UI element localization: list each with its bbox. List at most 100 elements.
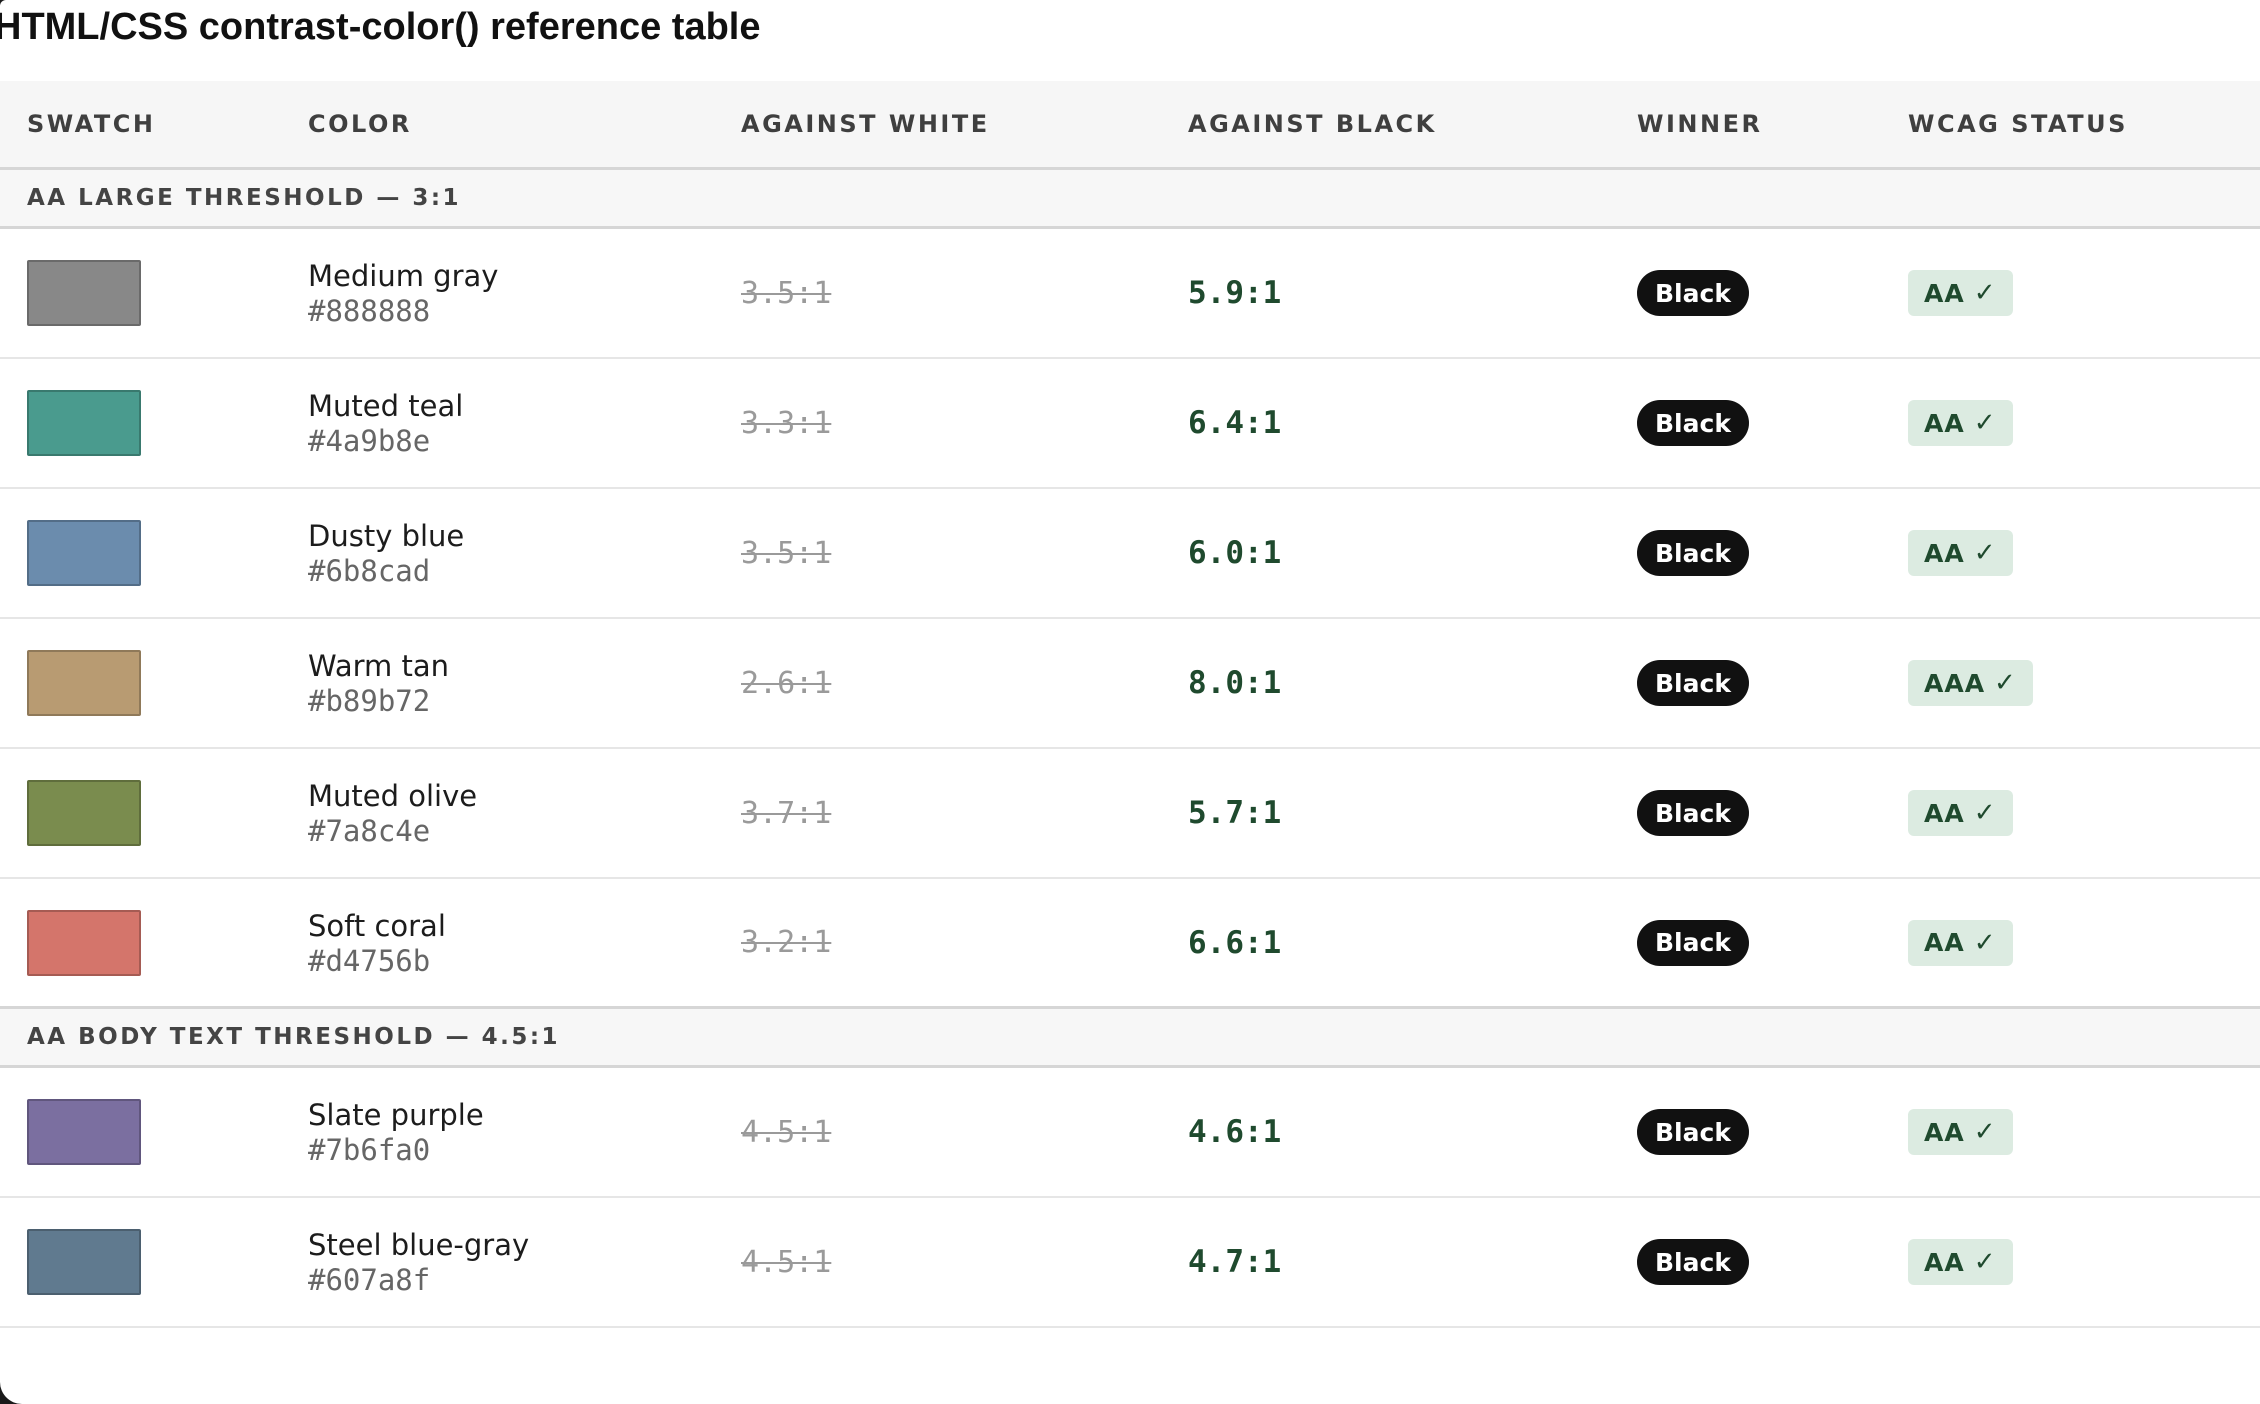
- status-level: AA: [1924, 928, 1965, 957]
- table-row: Steel blue-gray #607a8f 4.5:1 4.7:1 Blac…: [0, 1198, 2260, 1328]
- color-hex: #b89b72: [308, 684, 431, 718]
- color-swatch: [27, 1099, 141, 1165]
- column-header-swatch: SWATCH: [27, 110, 156, 138]
- winner-badge: Black: [1637, 270, 1749, 316]
- color-cell: Dusty blue #6b8cad: [308, 489, 464, 617]
- table-row: Dusty blue #6b8cad 3.5:1 6.0:1 Black AA …: [0, 489, 2260, 619]
- color-hex: #6b8cad: [308, 554, 431, 588]
- winner-cell: Black: [1637, 229, 1749, 357]
- color-name: Slate purple: [308, 1098, 484, 1132]
- wcag-status-cell: AA ✓: [1908, 359, 2013, 487]
- check-icon: ✓: [1973, 927, 1997, 958]
- status-badge: AA ✓: [1908, 919, 2013, 966]
- check-icon: ✓: [1973, 278, 1997, 308]
- status-badge: AAA ✓: [1908, 660, 2033, 706]
- group-label: AA LARGE THRESHOLD — 3:1: [27, 185, 462, 211]
- against-white-ratio: 4.5:1: [741, 1114, 832, 1150]
- status-level: AA: [1924, 1247, 1965, 1277]
- wcag-status-cell: AA ✓: [1908, 879, 2013, 1006]
- swatch-cell: [27, 359, 141, 487]
- swatch-cell: [27, 619, 141, 747]
- against-black-ratio: 4.7:1: [1188, 1244, 1282, 1280]
- against-white-cell: 3.5:1: [741, 489, 831, 617]
- status-level: AA: [1924, 538, 1965, 568]
- color-name: Medium gray: [308, 259, 499, 293]
- against-black-ratio: 8.0:1: [1188, 665, 1282, 701]
- table-row: Muted teal #4a9b8e 3.3:1 6.4:1 Black AA …: [0, 359, 2260, 489]
- against-black-ratio: 5.7:1: [1188, 795, 1282, 831]
- against-white-ratio: 3.5:1: [741, 275, 832, 311]
- status-badge: AA ✓: [1908, 790, 2013, 836]
- group-header-row: AA BODY TEXT THRESHOLD — 4.5:1: [0, 1009, 2260, 1068]
- winner-cell: Black: [1637, 619, 1749, 747]
- swatch-cell: [27, 1068, 141, 1196]
- color-hex: #4a9b8e: [308, 424, 431, 458]
- check-icon: ✓: [1973, 798, 1997, 828]
- color-hex: #607a8f: [308, 1263, 431, 1297]
- against-black-cell: 6.6:1: [1188, 879, 1281, 1006]
- color-cell: Slate purple #7b6fa0: [308, 1068, 484, 1196]
- color-name: Muted olive: [308, 779, 478, 813]
- winner-cell: Black: [1637, 489, 1749, 617]
- against-white-ratio: 3.5:1: [741, 535, 832, 571]
- status-badge: AA ✓: [1908, 270, 2013, 316]
- winner-cell: Black: [1637, 1068, 1749, 1196]
- check-icon: ✓: [1973, 1247, 1997, 1277]
- winner-cell: Black: [1637, 879, 1749, 1006]
- color-name: Steel blue-gray: [308, 1228, 530, 1262]
- column-header-color: COLOR: [308, 110, 412, 138]
- swatch-cell: [27, 749, 141, 877]
- swatch-cell: [27, 1198, 141, 1326]
- against-black-ratio: 5.9:1: [1188, 275, 1282, 311]
- wcag-status-cell: AA ✓: [1908, 489, 2013, 617]
- app-window: HTML/CSS contrast-color() reference tabl…: [0, 0, 2260, 1404]
- against-white-ratio: 2.6:1: [741, 665, 832, 701]
- against-black-cell: 4.7:1: [1188, 1198, 1281, 1326]
- winner-badge: Black: [1637, 530, 1749, 576]
- color-swatch: [27, 650, 141, 716]
- check-icon: ✓: [1973, 1117, 1997, 1147]
- winner-cell: Black: [1637, 359, 1749, 487]
- against-black-cell: 4.6:1: [1188, 1068, 1281, 1196]
- winner-badge: Black: [1637, 1239, 1749, 1285]
- against-white-cell: 2.6:1: [741, 619, 831, 747]
- table-row: Slate purple #7b6fa0 4.5:1 4.6:1 Black A…: [0, 1068, 2260, 1198]
- color-name: Warm tan: [308, 649, 449, 683]
- wcag-status-cell: AA ✓: [1908, 229, 2013, 357]
- wcag-status-cell: AA ✓: [1908, 1068, 2013, 1196]
- group-label: AA BODY TEXT THRESHOLD — 4.5:1: [27, 1024, 561, 1050]
- table-row: Muted olive #7a8c4e 3.7:1 5.7:1 Black AA…: [0, 749, 2260, 879]
- color-hex: #888888: [308, 294, 431, 328]
- wcag-status-cell: AAA ✓: [1908, 619, 2033, 747]
- table-row: Medium gray #888888 3.5:1 5.9:1 Black AA…: [0, 229, 2260, 359]
- column-header-wcag-status: WCAG STATUS: [1908, 110, 2128, 138]
- against-black-cell: 5.7:1: [1188, 749, 1281, 877]
- color-hex: #7b6fa0: [308, 1133, 431, 1167]
- color-swatch: [27, 390, 141, 456]
- against-black-cell: 6.4:1: [1188, 359, 1281, 487]
- against-white-ratio: 3.7:1: [741, 795, 832, 831]
- check-icon: ✓: [1973, 408, 1997, 438]
- winner-badge: Black: [1637, 790, 1749, 836]
- color-cell: Warm tan #b89b72: [308, 619, 449, 747]
- winner-badge: Black: [1637, 919, 1749, 966]
- against-black-ratio: 6.4:1: [1188, 405, 1282, 441]
- against-white-ratio: 4.5:1: [741, 1244, 832, 1280]
- against-white-cell: 3.2:1: [741, 879, 831, 1006]
- against-white-cell: 4.5:1: [741, 1068, 831, 1196]
- status-level: AAA: [1924, 668, 1986, 698]
- column-header-winner: WINNER: [1637, 110, 1763, 138]
- winner-badge: Black: [1637, 400, 1749, 446]
- against-white-cell: 3.3:1: [741, 359, 831, 487]
- wcag-status-cell: AA ✓: [1908, 1198, 2013, 1326]
- against-white-cell: 3.7:1: [741, 749, 831, 877]
- against-white-cell: 3.5:1: [741, 229, 831, 357]
- column-header-against-white: AGAINST WHITE: [741, 110, 990, 138]
- winner-badge: Black: [1637, 660, 1749, 706]
- color-swatch: [27, 1229, 141, 1295]
- table-row: Warm tan #b89b72 2.6:1 8.0:1 Black AAA ✓: [0, 619, 2260, 749]
- swatch-cell: [27, 229, 141, 357]
- against-black-cell: 5.9:1: [1188, 229, 1281, 357]
- color-cell: Steel blue-gray #607a8f: [308, 1198, 529, 1326]
- check-icon: ✓: [1973, 538, 1997, 568]
